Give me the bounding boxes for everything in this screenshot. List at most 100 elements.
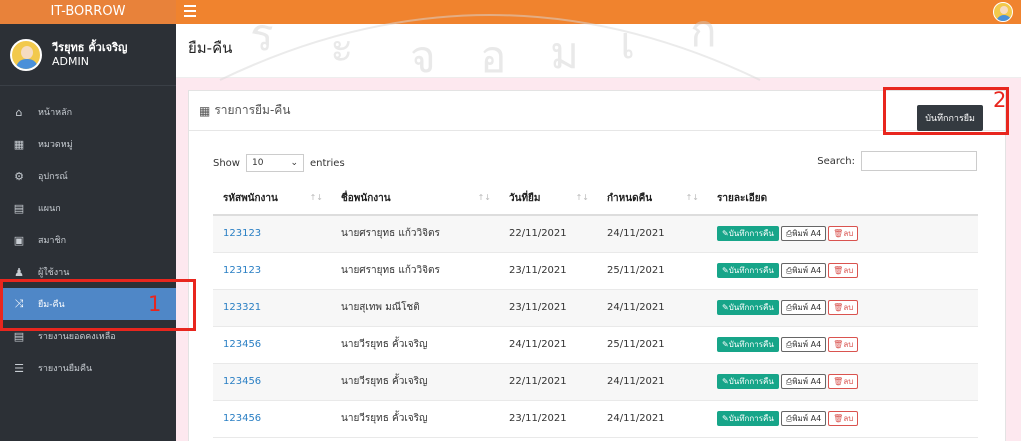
sidebar-item-label: สมาชิก — [38, 236, 67, 246]
column-header-3[interactable]: กำหนดคืน ↑↓ — [597, 182, 707, 216]
user-role: ADMIN — [52, 54, 89, 68]
brand-title[interactable]: IT-BORROW — [0, 0, 176, 24]
return-button[interactable]: ✎ บันทึกการคืน — [717, 337, 779, 352]
delete-button[interactable]: 🗑 ลบ — [828, 263, 859, 278]
delete-button[interactable]: 🗑 ลบ — [828, 300, 859, 315]
column-header-0[interactable]: รหัสพนักงาน ↑↓ — [213, 182, 331, 216]
row-actions: ✎ บันทึกการคืน ⎙ พิมพ์ A4 🗑 ลบ — [707, 252, 978, 290]
trash-icon: 🗑 — [833, 340, 844, 349]
employee-id-link[interactable]: 123456 — [213, 363, 331, 401]
employee-name: นายวีรยุทธ คั้วเจริญ — [331, 326, 499, 364]
print-button[interactable]: ⎙ พิมพ์ A4 — [780, 337, 827, 352]
sidebar-item-1[interactable]: ▦ หมวดหมู่ — [0, 128, 176, 160]
sidebar-menu: ⌂ หน้าหลัก ▦ หมวดหมู่ ⚙ อุปกรณ์ ▤ แผนก ▣ สมาชิก ♟ ผ… — [0, 96, 176, 384]
delete-button[interactable]: 🗑 ลบ — [828, 226, 859, 242]
print-button[interactable]: ⎙ พิมพ์ A4 — [780, 411, 827, 426]
table-icon: ▤ — [13, 201, 25, 215]
employee-id-link[interactable]: 123456 — [213, 326, 331, 364]
borrow-table: รหัสพนักงาน ↑↓ ชื่อพนักงาน ↑↓ วันที่ยืม ↑↓ กำห… — [213, 182, 978, 438]
sidebar-item-3[interactable]: ▤ แผนก — [0, 192, 176, 224]
print-button-label: พิมพ์ A4 — [792, 414, 822, 423]
sort-icon[interactable]: ↑↓ — [310, 193, 323, 202]
delete-button-label: ลบ — [843, 266, 854, 275]
employee-name: นายศรายุทธ แก้ววิจิตร — [331, 215, 499, 253]
user-name: วีรยุทธ คั้วเจริญ — [52, 40, 128, 54]
due-date: 25/11/2021 — [597, 326, 707, 364]
row-actions: ✎ บันทึกการคืน ⎙ พิมพ์ A4 🗑 ลบ — [707, 400, 978, 438]
print-button[interactable]: ⎙ พิมพ์ A4 — [780, 374, 827, 389]
delete-button-label: ลบ — [843, 340, 854, 349]
annotation-box-2 — [883, 87, 1009, 135]
due-date: 24/11/2021 — [597, 215, 707, 253]
employee-id-link[interactable]: 123123 — [213, 252, 331, 290]
employee-name: นายวีรยุทธ คั้วเจริญ — [331, 400, 499, 438]
edit-icon: ✎ — [722, 377, 729, 386]
cogs-icon: ⚙ — [14, 169, 24, 183]
print-button[interactable]: ⎙ พิมพ์ A4 — [780, 226, 827, 242]
borrow-date: 23/11/2021 — [499, 252, 597, 290]
delete-button[interactable]: 🗑 ลบ — [828, 411, 859, 426]
table-header-row: รหัสพนักงาน ↑↓ ชื่อพนักงาน ↑↓ วันที่ยืม ↑↓ กำห… — [213, 182, 978, 216]
row-actions: ✎ บันทึกการคืน ⎙ พิมพ์ A4 🗑 ลบ — [707, 215, 978, 253]
hamburger-menu-icon[interactable] — [184, 5, 196, 17]
row-actions: ✎ บันทึกการคืน ⎙ พิมพ์ A4 🗑 ลบ — [707, 326, 978, 364]
edit-icon: ✎ — [722, 229, 729, 239]
table-icon: ▦ — [199, 103, 211, 118]
edit-icon: ✎ — [722, 303, 729, 312]
column-header-label: รายละเอียด — [717, 192, 768, 204]
employee-id-link[interactable]: 123456 — [213, 400, 331, 438]
sidebar-item-4[interactable]: ▣ สมาชิก — [0, 224, 176, 256]
entries-select[interactable]: 10 ⌄ — [245, 154, 304, 172]
print-button-label: พิมพ์ A4 — [792, 229, 822, 239]
page-title: ยืม-คืน — [176, 24, 1021, 78]
table-row: 123456 นายวีรยุทธ คั้วเจริญ 23/11/2021 24/1… — [213, 400, 978, 438]
return-button[interactable]: ✎ บันทึกการคืน — [717, 411, 779, 426]
due-date: 24/11/2021 — [597, 400, 707, 438]
sort-icon[interactable]: ↑↓ — [686, 193, 699, 202]
entries-label: entries — [309, 157, 345, 169]
top-user-avatar[interactable] — [993, 2, 1013, 22]
print-button[interactable]: ⎙ พิมพ์ A4 — [780, 263, 827, 278]
report-icon: ▤ — [13, 329, 25, 343]
print-button-label: พิมพ์ A4 — [792, 340, 822, 349]
return-button[interactable]: ✎ บันทึกการคืน — [717, 374, 779, 389]
delete-button[interactable]: 🗑 ลบ — [828, 337, 859, 352]
sidebar-item-label: หน้าหลัก — [38, 108, 73, 118]
column-header-4[interactable]: รายละเอียด — [707, 182, 978, 216]
search-input[interactable] — [861, 151, 977, 171]
return-button-label: บันทึกการคืน — [728, 303, 774, 312]
delete-button[interactable]: 🗑 ลบ — [828, 374, 859, 389]
sidebar-item-label: อุปกรณ์ — [38, 172, 68, 182]
column-header-2[interactable]: วันที่ยืม ↑↓ — [499, 182, 597, 216]
return-button[interactable]: ✎ บันทึกการคืน — [717, 300, 779, 315]
return-button[interactable]: ✎ บันทึกการคืน — [717, 226, 779, 242]
table-row: 123123 นายศรายุทธ แก้ววิจิตร 23/11/2021 25/… — [213, 252, 978, 290]
delete-button-label: ลบ — [843, 303, 854, 312]
sort-icon[interactable]: ↑↓ — [478, 193, 491, 202]
delete-button-label: ลบ — [843, 229, 854, 239]
list-icon: ☰ — [14, 361, 24, 375]
trash-icon: 🗑 — [833, 377, 844, 386]
sidebar-item-8[interactable]: ☰ รายงานยืมคืน — [0, 352, 176, 384]
sidebar-item-0[interactable]: ⌂ หน้าหลัก — [0, 96, 176, 128]
borrow-date: 22/11/2021 — [499, 215, 597, 253]
employee-id-link[interactable]: 123123 — [213, 215, 331, 253]
sidebar-item-2[interactable]: ⚙ อุปกรณ์ — [0, 160, 176, 192]
sidebar-item-label: รายงานยืมคืน — [38, 364, 93, 374]
employee-id-link[interactable]: 123321 — [213, 289, 331, 327]
table-controls: Show 10 ⌄ entries Search: — [213, 151, 977, 172]
chevron-down-icon: ⌄ — [290, 158, 298, 168]
table-row: 123123 นายศรายุทธ แก้ววิจิตร 22/11/2021 24/… — [213, 215, 978, 253]
print-button-label: พิมพ์ A4 — [792, 303, 822, 312]
print-button[interactable]: ⎙ พิมพ์ A4 — [780, 300, 827, 315]
trash-icon: 🗑 — [833, 229, 844, 239]
table-row: 123456 นายวีรยุทธ คั้วเจริญ 22/11/2021 24/1… — [213, 363, 978, 401]
employee-name: นายวีรยุทธ คั้วเจริญ — [331, 363, 499, 401]
table-row: 123456 นายวีรยุทธ คั้วเจริญ 24/11/2021 25/1… — [213, 326, 978, 364]
user-panel: วีรยุทธ คั้วเจริญ ADMIN — [0, 24, 176, 86]
column-header-1[interactable]: ชื่อพนักงาน ↑↓ — [331, 182, 499, 216]
sort-icon[interactable]: ↑↓ — [576, 193, 589, 202]
table-row: 123321 นายสุเทพ มณีโชติ 23/11/2021 24/11/20… — [213, 289, 978, 327]
return-button[interactable]: ✎ บันทึกการคืน — [717, 263, 779, 278]
table-body: 123123 นายศรายุทธ แก้ววิจิตร 22/11/2021 24/… — [213, 215, 978, 438]
